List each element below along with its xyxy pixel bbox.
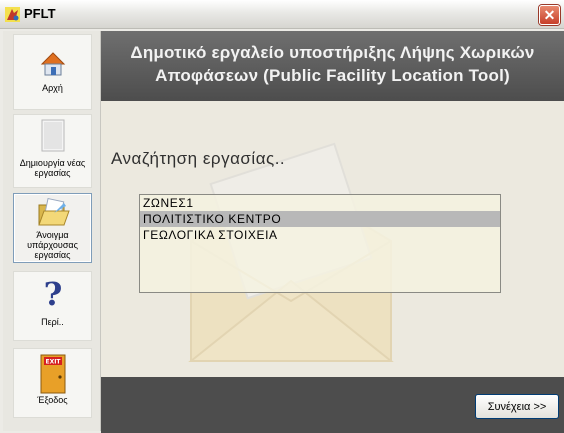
- app-header: Δημοτικό εργαλείο υποστήριξης Λήψης Χωρι…: [101, 31, 564, 101]
- sidebar-item-exit[interactable]: EXIT Έξοδος: [13, 348, 92, 418]
- footer-bar: Συνέχεια >>: [101, 377, 564, 433]
- sidebar-item-home[interactable]: Αρχή: [13, 34, 92, 110]
- sidebar: Αρχή Δημιουργία νέας εργασίας Άνοιγμα υπ…: [3, 31, 101, 431]
- question-mark-icon: ?: [43, 277, 62, 311]
- app-header-title: Δημοτικό εργαλείο υποστήριξης Λήψης Χωρι…: [130, 43, 535, 85]
- job-listbox[interactable]: ΖΩΝΕΣ1 ΠΟΛΙΤΙΣΤΙΚΟ ΚΕΝΤΡΟ ΓΕΩΛΟΓΙΚΑ ΣΤΟΙ…: [139, 194, 501, 293]
- sidebar-item-open-job[interactable]: Άνοιγμα υπάρχουσας εργασίας: [13, 193, 92, 263]
- main-panel: Αναζήτηση εργασίας.. ΖΩΝΕΣ1 ΠΟΛΙΤΙΣΤΙΚΟ …: [101, 101, 564, 377]
- sidebar-item-label: Έξοδος: [37, 395, 68, 405]
- open-folder-icon: [37, 197, 70, 226]
- window-title: PFLT: [24, 6, 56, 21]
- sidebar-item-label: Περί..: [41, 317, 64, 327]
- svg-text:EXIT: EXIT: [45, 359, 61, 366]
- app-icon: [5, 7, 20, 22]
- sidebar-item-about[interactable]: ? Περί..: [13, 271, 92, 341]
- job-list-item[interactable]: ΓΕΩΛΟΓΙΚΑ ΣΤΟΙΧΕΙΑ: [140, 227, 500, 243]
- job-list-item[interactable]: ΖΩΝΕΣ1: [140, 195, 500, 211]
- close-icon: ✕: [543, 7, 556, 23]
- exit-door-icon: EXIT: [40, 354, 65, 394]
- svg-text:?: ?: [43, 277, 62, 311]
- home-icon: [40, 52, 65, 76]
- search-jobs-label: Αναζήτηση εργασίας..: [111, 149, 286, 168]
- close-button[interactable]: ✕: [539, 5, 560, 25]
- sidebar-item-label: Άνοιγμα υπάρχουσας εργασίας: [27, 230, 78, 260]
- sidebar-item-new-job[interactable]: Δημιουργία νέας εργασίας: [13, 114, 92, 188]
- sidebar-item-label: Δημιουργία νέας εργασίας: [19, 158, 86, 178]
- sidebar-item-label: Αρχή: [42, 83, 63, 93]
- blank-document-icon: [41, 119, 64, 152]
- title-bar: PFLT ✕: [0, 0, 564, 29]
- job-list-item-selected[interactable]: ΠΟΛΙΤΙΣΤΙΚΟ ΚΕΝΤΡΟ: [140, 211, 500, 227]
- app-window: Αρχή Δημιουργία νέας εργασίας Άνοιγμα υπ…: [0, 29, 564, 433]
- continue-button[interactable]: Συνέχεια >>: [475, 394, 559, 419]
